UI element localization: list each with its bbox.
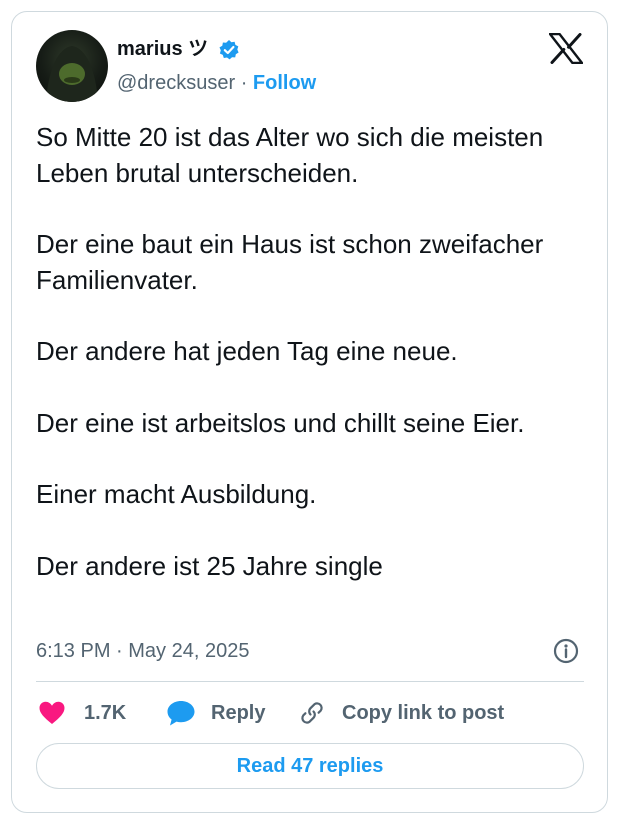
tweet-text: So Mitte 20 ist das Alter wo sich die me… — [36, 120, 596, 584]
tweet-paragraph: Der andere ist 25 Jahre single — [36, 550, 383, 581]
link-icon — [301, 702, 323, 724]
tweet-paragraph: Der eine baut ein Haus ist schon zweifac… — [36, 229, 544, 295]
reply-button[interactable]: Reply — [166, 698, 265, 728]
tweet-paragraph: So Mitte 20 ist das Alter wo sich die me… — [36, 122, 544, 188]
info-icon[interactable] — [553, 638, 579, 664]
tweet-paragraph: Der andere hat jeden Tag eine neue. — [36, 336, 458, 366]
like-count: 1.7K — [84, 701, 127, 724]
author-name[interactable]: marius ツ — [117, 36, 208, 62]
follow-button[interactable]: Follow — [253, 72, 316, 94]
verified-badge-icon — [219, 40, 239, 60]
reply-label: Reply — [211, 701, 266, 724]
author-handle[interactable]: @drecksuser — [117, 72, 235, 94]
divider — [36, 681, 584, 682]
tweet-timestamp[interactable]: 6:13 PM · May 24, 2025 — [36, 637, 249, 665]
read-replies-button[interactable]: Read 47 replies — [36, 743, 584, 789]
like-button[interactable]: 1.7K — [38, 698, 126, 728]
tweet-paragraph: Einer macht Ausbildung. — [36, 479, 317, 509]
copy-link-label: Copy link to post — [342, 701, 505, 724]
x-logo-icon[interactable] — [549, 33, 583, 64]
copy-link-button[interactable]: Copy link to post — [298, 698, 504, 728]
avatar-image — [46, 46, 98, 102]
separator-dot: · — [240, 72, 248, 94]
heart-icon — [39, 701, 65, 724]
reply-bubble-icon — [167, 701, 195, 726]
tweet-paragraph: Der eine ist arbeitslos und chillt seine… — [36, 407, 525, 438]
avatar[interactable] — [36, 30, 108, 102]
handle-row: @drecksuser · Follow — [117, 70, 316, 96]
